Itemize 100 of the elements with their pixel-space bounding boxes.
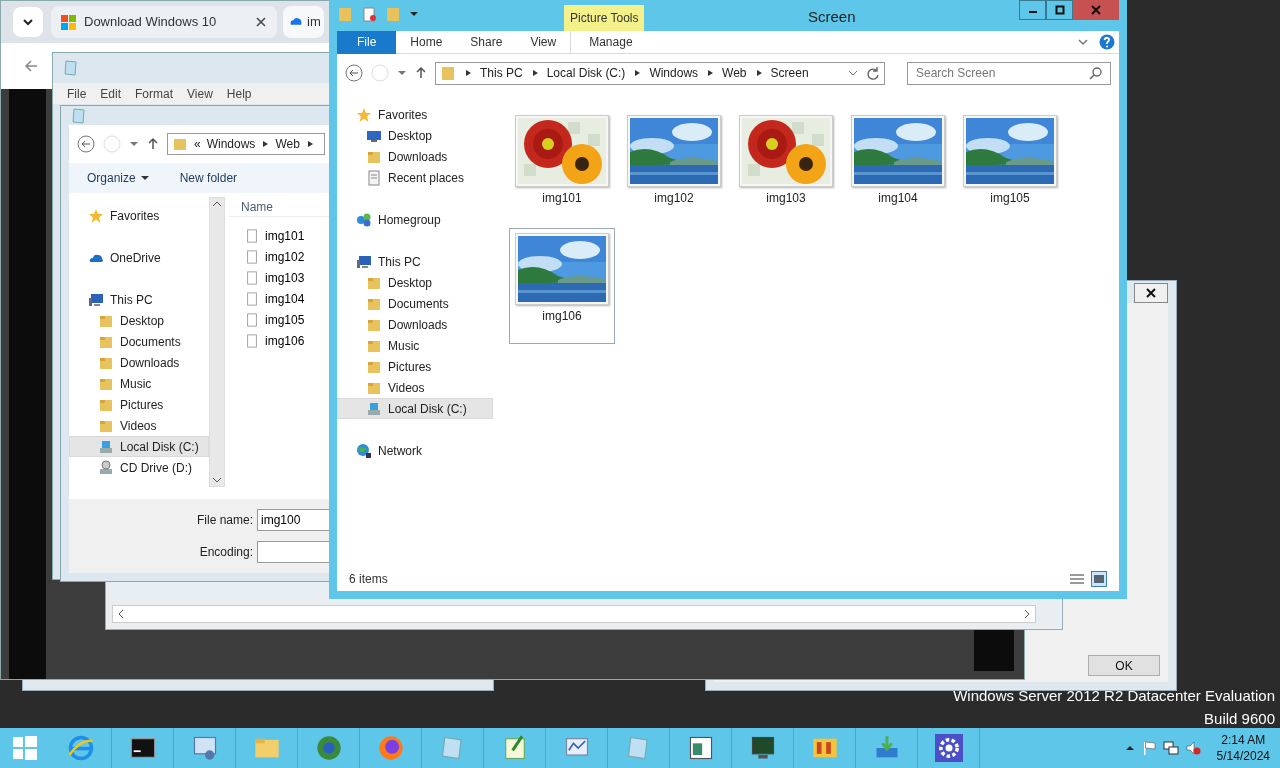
file-name: img103 [766, 190, 806, 207]
nav-label: Downloads [388, 148, 448, 166]
nav-label: Documents [388, 295, 449, 313]
menu-item[interactable]: Format [135, 84, 174, 103]
nav-item[interactable]: Music [337, 335, 493, 356]
file-name: img102 [654, 190, 694, 207]
ribbon-tab[interactable]: View [516, 30, 571, 54]
file-row[interactable]: img102 [245, 246, 333, 267]
file-tile[interactable]: img106 [509, 228, 615, 344]
file-row[interactable]: img103 [245, 267, 333, 288]
nav-label: OneDrive [110, 249, 161, 267]
nav-label: Local Disk (C:) [120, 438, 199, 456]
ok-button[interactable]: OK [1088, 655, 1160, 676]
field-label: File name: [196, 512, 253, 529]
clock[interactable]: 2:14 AM 5/14/2024 [1206, 732, 1272, 764]
nav-item[interactable]: Downloads [337, 146, 493, 167]
breadcrumb-item[interactable]: This PC [480, 64, 523, 82]
clock-time: 2:14 AM [1221, 732, 1266, 748]
ribbon-tab[interactable]: Manage [570, 30, 651, 54]
file-name: img105 [990, 190, 1030, 207]
nav-item[interactable]: Recent places [337, 167, 493, 188]
file-name: img101 [265, 227, 305, 245]
nav-item[interactable]: Music [69, 373, 209, 394]
nav-item[interactable]: Local Disk (C:) [337, 398, 493, 419]
nav-item[interactable]: Videos [337, 377, 493, 398]
nav-label: Local Disk (C:) [388, 400, 467, 418]
file-name: img104 [878, 190, 918, 207]
nav-label: Homegroup [378, 211, 441, 229]
file-row[interactable]: img105 [245, 309, 333, 330]
nav-label: This PC [110, 291, 153, 309]
nav-item[interactable]: OneDrive [69, 247, 209, 268]
breadcrumb-item[interactable]: Windows [206, 135, 256, 153]
menu-item[interactable]: File [67, 84, 87, 103]
nav-label: Downloads [120, 354, 180, 372]
menu-item[interactable]: Edit [100, 84, 122, 103]
nav-label: Pictures [388, 358, 432, 376]
file-name: img102 [265, 248, 305, 266]
address-bar[interactable]: « Windows Web [167, 133, 325, 155]
file-name: img106 [542, 308, 582, 325]
file-row[interactable]: img104 [245, 288, 333, 309]
nav-label: CD Drive (D:) [120, 459, 192, 477]
nav-item[interactable]: Local Disk (C:) [69, 436, 209, 457]
nav-label: Desktop [388, 127, 433, 145]
breadcrumb-item[interactable]: Screen [770, 64, 809, 82]
contextual-tab-label: Picture Tools [564, 5, 645, 31]
file-name: img106 [265, 332, 305, 350]
tab-title: im [307, 13, 321, 32]
nav-item[interactable]: Downloads [337, 314, 493, 335]
desktop-watermark-text: Build 9600 [1204, 709, 1275, 729]
nav-item[interactable]: Homegroup [337, 209, 493, 230]
file-row[interactable]: img101 [245, 225, 333, 246]
nav-item[interactable]: Documents [337, 293, 493, 314]
ribbon-tab[interactable]: Share [456, 30, 517, 54]
file-row[interactable]: img106 [245, 330, 333, 351]
desktop-watermark-text: Windows Server 2012 R2 Datacenter Evaluation [953, 686, 1275, 706]
search-field[interactable]: Search Screen [907, 61, 1111, 85]
organize-button[interactable]: Organize [87, 169, 150, 187]
browser-tab[interactable]: Download Windows 10 [51, 6, 277, 38]
menu-item[interactable]: View [187, 84, 213, 103]
file-name: img104 [265, 290, 305, 308]
nav-item[interactable]: This PC [69, 289, 209, 310]
menu-item[interactable]: Help [226, 84, 252, 103]
file-name: img105 [265, 311, 305, 329]
breadcrumb-item[interactable]: Local Disk (C:) [546, 64, 626, 82]
browser-tab[interactable]: im [283, 6, 324, 38]
nav-label: Desktop [388, 274, 433, 292]
nav-item[interactable]: Desktop [69, 310, 209, 331]
nav-item[interactable]: Favorites [337, 104, 493, 125]
nav-label: Network [378, 442, 422, 460]
nav-label: Music [388, 337, 420, 355]
search-input[interactable]: Search Screen [916, 64, 1066, 82]
address-bar[interactable]: This PC Local Disk (C:) Windows Web Screen [435, 61, 885, 85]
nav-item[interactable]: Favorites [69, 205, 209, 226]
new-folder-button[interactable]: New folder [179, 169, 238, 187]
clock-date: 5/14/2024 [1216, 748, 1270, 764]
breadcrumb-item[interactable]: Web [722, 64, 747, 82]
nav-item[interactable]: Network [337, 440, 493, 461]
nav-item[interactable]: Downloads [69, 352, 209, 373]
tab-title: Download Windows 10 [84, 13, 218, 32]
nav-label: Pictures [120, 396, 164, 414]
nav-label: Desktop [120, 312, 165, 330]
window-title: Screen [806, 7, 857, 27]
nav-label: Music [120, 375, 152, 393]
nav-item[interactable]: Pictures [337, 356, 493, 377]
nav-item[interactable]: Desktop [337, 125, 493, 146]
breadcrumb-item[interactable]: Windows [649, 64, 699, 82]
nav-item[interactable]: Desktop [337, 272, 493, 293]
nav-item[interactable]: Documents [69, 331, 209, 352]
path-overflow: « [194, 136, 201, 153]
nav-label: Favorites [110, 207, 160, 225]
nav-item[interactable]: Pictures [69, 394, 209, 415]
ribbon-tab[interactable]: Home [396, 30, 457, 54]
nav-item[interactable]: Videos [69, 415, 209, 436]
breadcrumb-item[interactable]: Web [275, 135, 300, 153]
file-name: img101 [542, 190, 582, 207]
nav-label: Videos [120, 417, 157, 435]
nav-label: This PC [378, 253, 421, 271]
ribbon-tab[interactable]: File [337, 30, 397, 54]
nav-item[interactable]: This PC [337, 251, 493, 272]
nav-item[interactable]: CD Drive (D:) [69, 457, 209, 478]
